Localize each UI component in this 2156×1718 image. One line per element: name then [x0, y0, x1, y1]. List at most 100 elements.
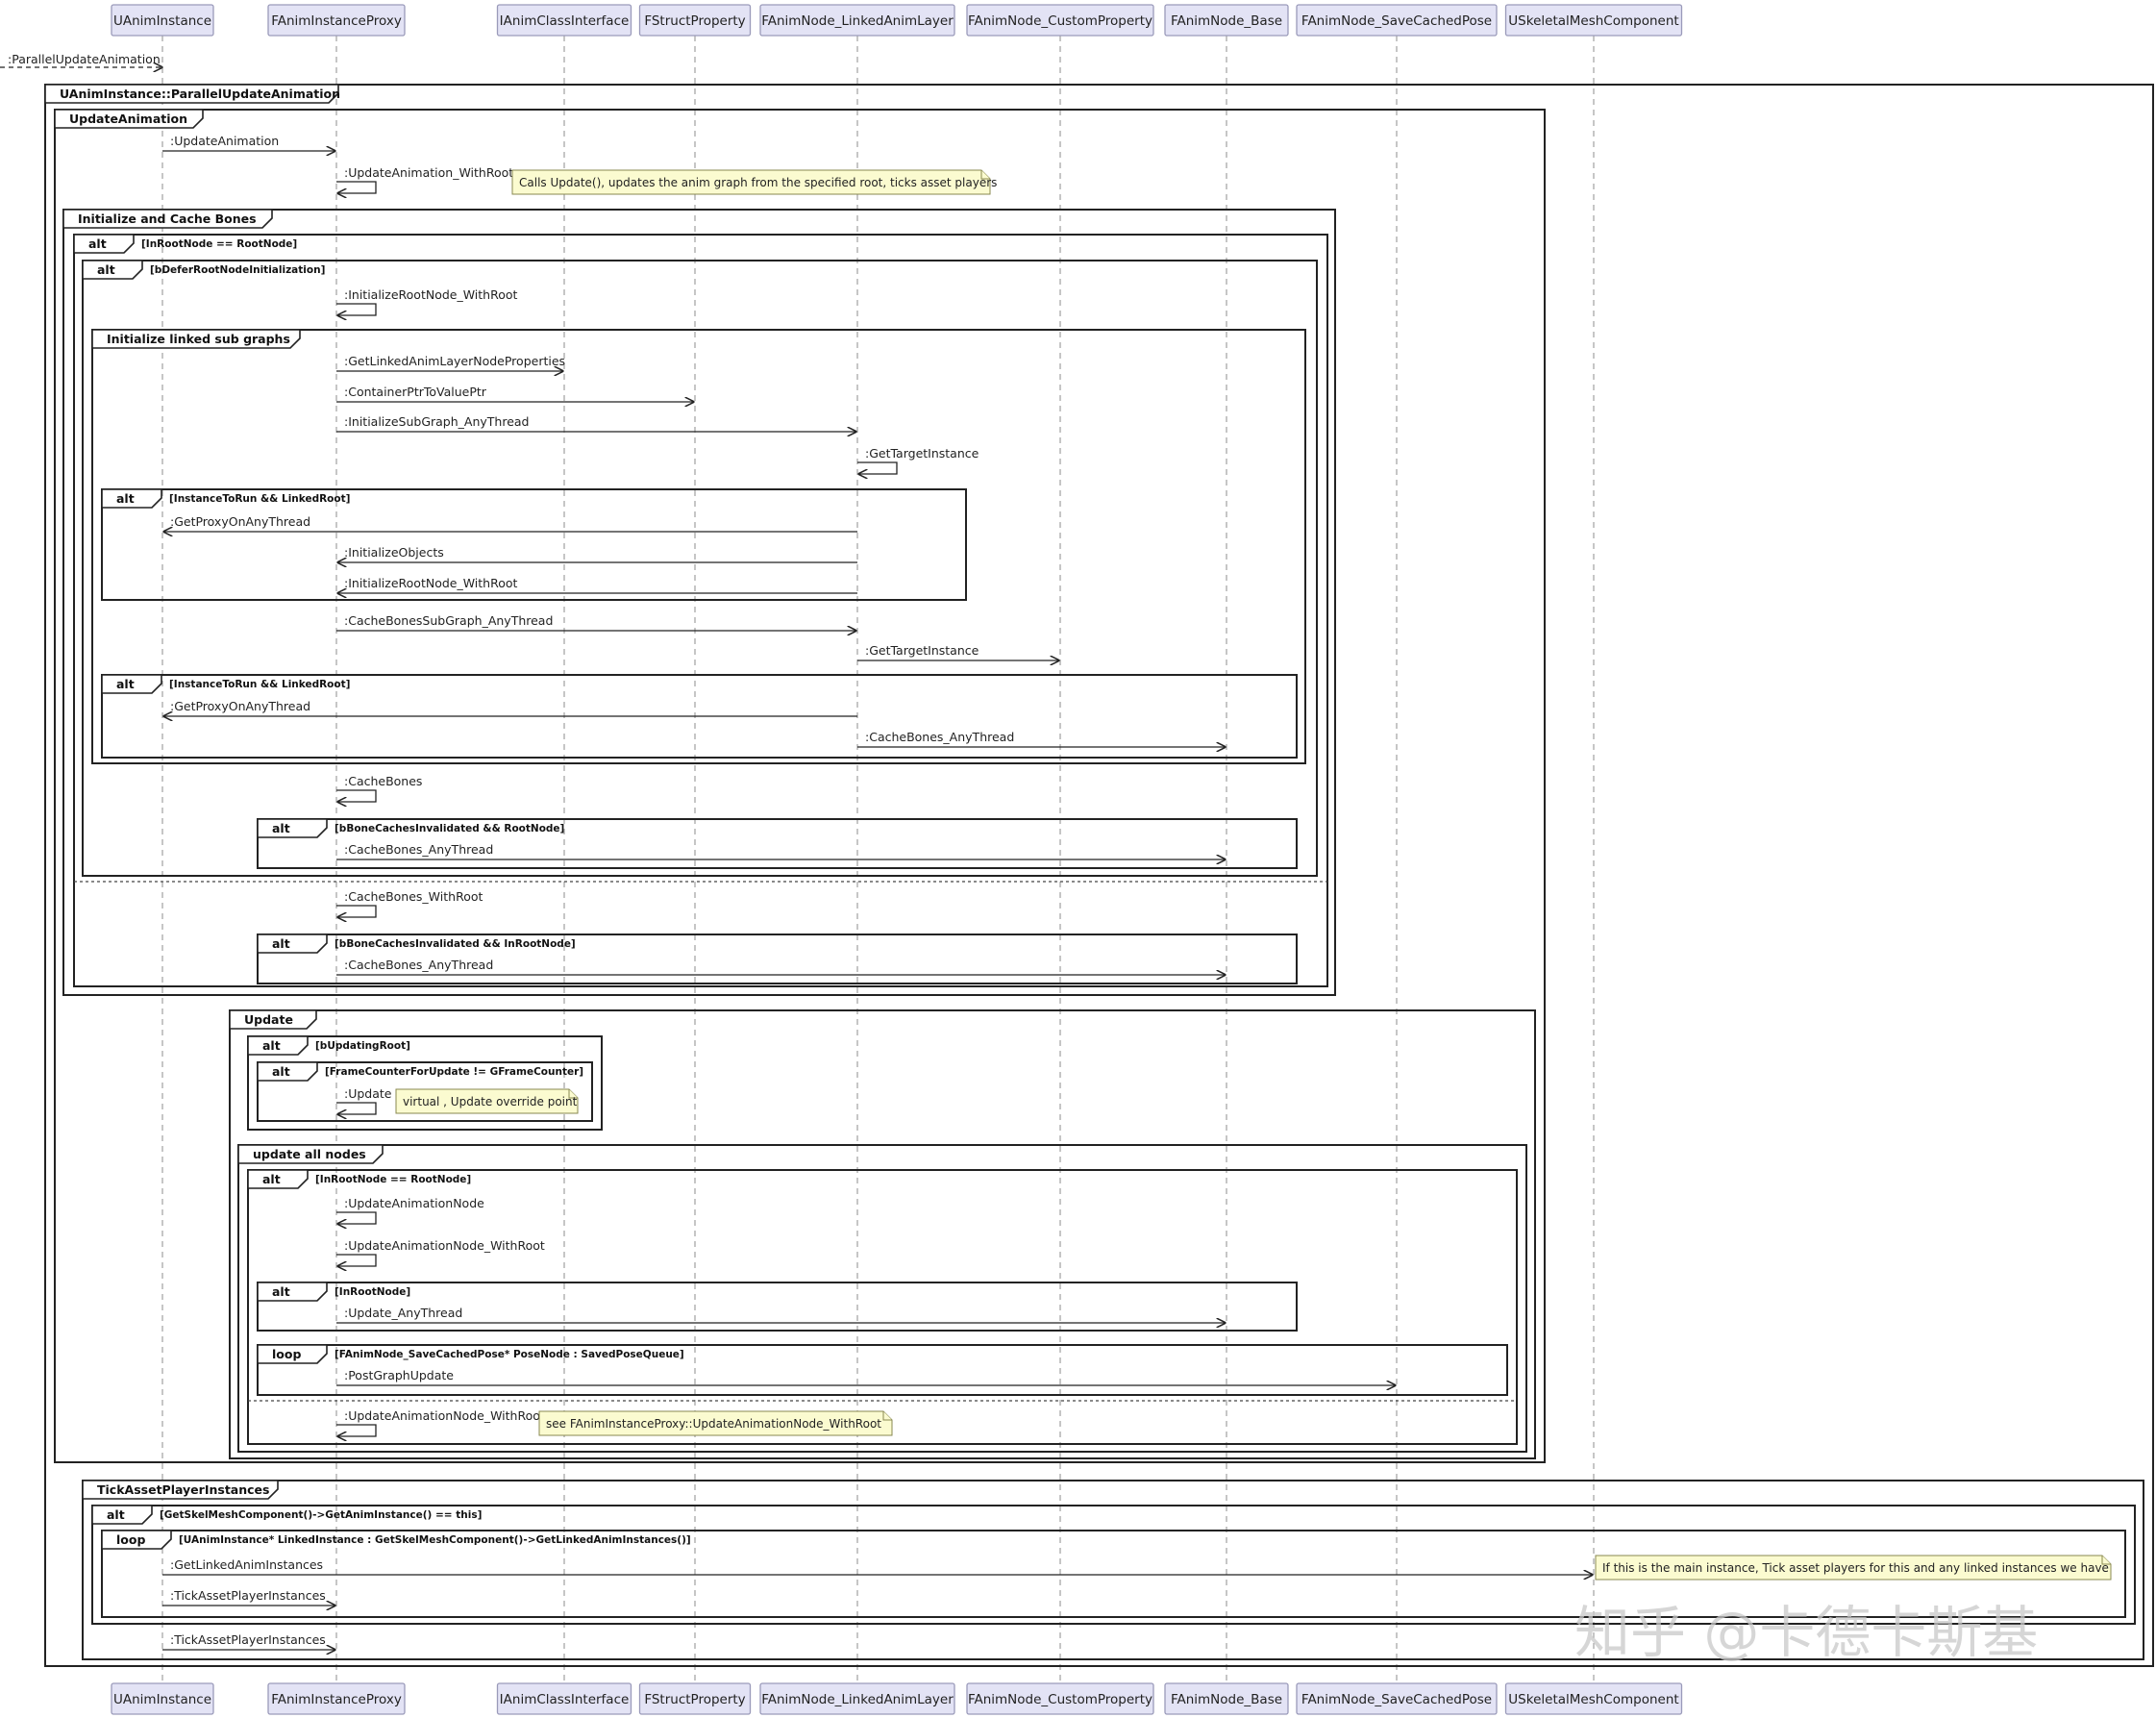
- frame-label-alt_run2: alt: [116, 677, 135, 691]
- participant-label-top: FAnimNode_CustomProperty: [968, 13, 1152, 29]
- participant-label-bottom: FAnimNode_Base: [1171, 1692, 1282, 1707]
- sequence-diagram: UAnimInstance::ParallelUpdateAnimationUp…: [0, 4, 2154, 1715]
- self-message-arrow: [336, 1211, 377, 1224]
- message-label: :PostGraphUpdate: [344, 1368, 454, 1382]
- participant-label-bottom: FAnimNode_CustomProperty: [968, 1692, 1152, 1707]
- participant-label-bottom: FAnimNode_LinkedAnimLayer: [761, 1692, 954, 1707]
- message-label: :GetLinkedAnimLayerNodeProperties: [344, 354, 565, 368]
- message-label: :GetTargetInstance: [865, 643, 979, 658]
- message-label: :InitializeSubGraph_AnyThread: [344, 414, 530, 429]
- frame-label-alt_root2: alt: [262, 1172, 281, 1186]
- message-label: :CacheBones_AnyThread: [344, 958, 493, 972]
- note-text: If this is the main instance, Tick asset…: [1602, 1561, 2109, 1575]
- frame-label-loop_linked: loop: [116, 1532, 145, 1547]
- message-label: :GetTargetInstance: [865, 446, 979, 461]
- frame-label-tick_asset: TickAssetPlayerInstances: [97, 1482, 269, 1497]
- frame-guard-alt_skel: [GetSkelMeshComponent()->GetAnimInstance…: [160, 1509, 482, 1521]
- frame-label-parallel: UAnimInstance::ParallelUpdateAnimation: [60, 87, 340, 101]
- frame-guard-loop_saved: [FAnimNode_SaveCachedPose* PoseNode : Sa…: [335, 1349, 684, 1360]
- frame-update_animation: [54, 109, 1546, 1463]
- frame-guard-alt_defer: [bDeferRootNodeInitialization]: [150, 264, 325, 276]
- frame-guard-alt_updating_root: [bUpdatingRoot]: [315, 1040, 410, 1052]
- message-label: :UpdateAnimationNode: [344, 1196, 484, 1210]
- frame-label-update_all_nodes: update all nodes: [253, 1147, 366, 1161]
- frame-tab-alt_invalid1: [257, 818, 328, 838]
- self-message-arrow: [336, 905, 377, 917]
- frame-label-alt_frame_counter: alt: [272, 1064, 290, 1079]
- message-label: :UpdateAnimation_WithRoot: [344, 165, 513, 180]
- frame-guard-loop_linked: [UAnimInstance* LinkedInstance : GetSkel…: [179, 1534, 691, 1546]
- frame-label-alt_in_root: alt: [272, 1284, 290, 1299]
- participant-label-top: USkeletalMeshComponent: [1508, 13, 1678, 29]
- frame-guard-alt_run1: [InstanceToRun && LinkedRoot]: [169, 493, 350, 505]
- frame-guard-alt_root2: [InRootNode == RootNode]: [315, 1174, 471, 1185]
- frame-label-alt_invalid2: alt: [272, 936, 290, 951]
- self-message-arrow: [336, 303, 377, 315]
- frame-label-loop_saved: loop: [272, 1347, 301, 1361]
- message-label: :CacheBonesSubGraph_AnyThread: [344, 613, 553, 628]
- self-message-arrow: [336, 181, 377, 193]
- participant-label-bottom: FAnimNode_SaveCachedPose: [1301, 1692, 1492, 1707]
- frame-guard-alt_root: [InRootNode == RootNode]: [141, 238, 297, 250]
- message-label: :GetProxyOnAnyThread: [170, 699, 310, 713]
- frame-guard-alt_run2: [InstanceToRun && LinkedRoot]: [169, 679, 350, 690]
- participant-label-top: FAnimInstanceProxy: [271, 13, 402, 29]
- frame-label-alt_root: alt: [88, 237, 107, 251]
- message-label: :GetProxyOnAnyThread: [170, 514, 310, 529]
- entry-message-label: :ParallelUpdateAnimation: [8, 52, 161, 66]
- message-label: :TickAssetPlayerInstances: [170, 1632, 326, 1647]
- participant-label-top: FAnimNode_LinkedAnimLayer: [761, 13, 954, 29]
- note-text: Calls Update(), updates the anim graph f…: [519, 176, 997, 189]
- participant-label-top: FAnimNode_SaveCachedPose: [1301, 13, 1492, 29]
- frame-label-alt_updating_root: alt: [262, 1038, 281, 1053]
- note-text: see FAnimInstanceProxy::UpdateAnimationN…: [546, 1417, 881, 1431]
- note-text: virtual , Update override point: [403, 1095, 578, 1108]
- frame-label-alt_skel: alt: [107, 1507, 125, 1522]
- message-label: :GetLinkedAnimInstances: [170, 1557, 323, 1572]
- participant-label-top: UAnimInstance: [113, 13, 211, 29]
- frame-label-init_cache: Initialize and Cache Bones: [78, 212, 257, 226]
- message-label: :UpdateAnimationNode_WithRoot: [344, 1238, 545, 1253]
- self-message-arrow: [336, 1102, 377, 1114]
- self-message-arrow: [857, 461, 898, 474]
- message-label: :CacheBones_AnyThread: [344, 842, 493, 857]
- frame-label-init_linked: Initialize linked sub graphs: [107, 332, 290, 346]
- participant-label-bottom: USkeletalMeshComponent: [1508, 1692, 1678, 1707]
- participant-label-bottom: IAnimClassInterface: [500, 1692, 630, 1707]
- frame-label-alt_invalid1: alt: [272, 821, 290, 835]
- message-label: :CacheBones_WithRoot: [344, 889, 483, 904]
- frame-label-alt_run1: alt: [116, 491, 135, 506]
- frame-guard-alt_invalid1: [bBoneCachesInvalidated && RootNode]: [335, 823, 564, 834]
- message-label: :CacheBones_AnyThread: [865, 730, 1014, 744]
- frame-tab-alt_in_root: [257, 1282, 328, 1302]
- frame-alt_run1: [101, 488, 967, 601]
- message-label: :InitializeObjects: [344, 545, 444, 560]
- participant-label-bottom: FAnimInstanceProxy: [271, 1692, 402, 1707]
- participant-label-top: FAnimNode_Base: [1171, 13, 1282, 29]
- message-label: :ContainerPtrToValuePtr: [344, 385, 487, 399]
- note-fold: [882, 1411, 892, 1421]
- message-label: :InitializeRootNode_WithRoot: [344, 576, 518, 590]
- self-message-arrow: [336, 1424, 377, 1436]
- message-label: :TickAssetPlayerInstances: [170, 1588, 326, 1603]
- self-message-arrow: [336, 789, 377, 802]
- frame-label-alt_defer: alt: [97, 262, 115, 277]
- frame-guard-alt_frame_counter: [FrameCounterForUpdate != GFrameCounter]: [325, 1066, 583, 1078]
- message-label: :Update_AnyThread: [344, 1306, 462, 1320]
- self-message-arrow: [336, 1254, 377, 1266]
- frame-init_cache: [62, 209, 1336, 996]
- frame-update_all_nodes: [237, 1144, 1527, 1453]
- frame-label-update_animation: UpdateAnimation: [69, 112, 187, 126]
- message-label: :InitializeRootNode_WithRoot: [344, 287, 518, 302]
- participant-label-bottom: UAnimInstance: [113, 1692, 211, 1707]
- participant-label-top: IAnimClassInterface: [500, 13, 630, 29]
- frame-label-update: Update: [244, 1012, 293, 1027]
- participant-label-top: FStructProperty: [644, 13, 745, 29]
- participant-label-bottom: FStructProperty: [644, 1692, 745, 1707]
- frame-tab-alt_invalid2: [257, 934, 328, 954]
- message-label: :UpdateAnimation: [170, 134, 279, 148]
- frame-guard-alt_invalid2: [bBoneCachesInvalidated && InRootNode]: [335, 938, 576, 950]
- message-label: :Update: [344, 1086, 392, 1101]
- message-label: :CacheBones: [344, 774, 422, 788]
- frame-alt_defer: [82, 260, 1318, 877]
